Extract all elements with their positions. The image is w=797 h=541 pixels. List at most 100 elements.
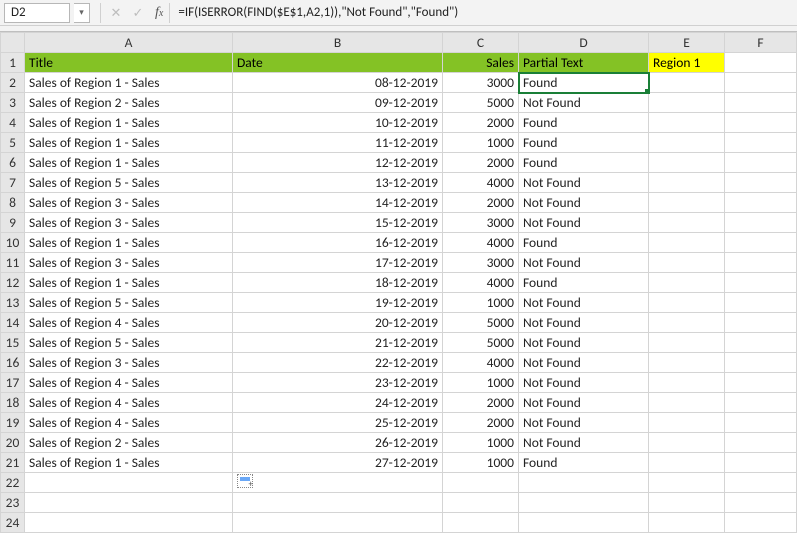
- cell[interactable]: [725, 373, 797, 393]
- select-all-corner[interactable]: [1, 33, 25, 53]
- cell[interactable]: Not Found: [519, 373, 649, 393]
- cell[interactable]: 1000: [443, 133, 519, 153]
- insert-function-button[interactable]: fx: [155, 5, 163, 21]
- cell[interactable]: Not Found: [519, 173, 649, 193]
- cell[interactable]: [725, 153, 797, 173]
- cell[interactable]: [725, 93, 797, 113]
- row-header[interactable]: 10: [1, 233, 25, 253]
- cell[interactable]: Sales of Region 1 - Sales: [25, 233, 233, 253]
- cell[interactable]: Not Found: [519, 93, 649, 113]
- row-header[interactable]: 7: [1, 173, 25, 193]
- cell[interactable]: [725, 193, 797, 213]
- cell[interactable]: 3000: [443, 73, 519, 93]
- cell[interactable]: 2000: [443, 393, 519, 413]
- cell[interactable]: 18-12-2019: [233, 273, 443, 293]
- row-header[interactable]: 22: [1, 473, 25, 493]
- cell[interactable]: 26-12-2019: [233, 433, 443, 453]
- cell[interactable]: 13-12-2019: [233, 173, 443, 193]
- cell[interactable]: 1000: [443, 433, 519, 453]
- cell[interactable]: 20-12-2019: [233, 313, 443, 333]
- cell[interactable]: [725, 433, 797, 453]
- cell[interactable]: 5000: [443, 313, 519, 333]
- row-header[interactable]: 14: [1, 313, 25, 333]
- cell[interactable]: Sales of Region 1 - Sales: [25, 133, 233, 153]
- cell[interactable]: Sales of Region 1 - Sales: [25, 453, 233, 473]
- cell[interactable]: 17-12-2019: [233, 253, 443, 273]
- cell[interactable]: [649, 153, 725, 173]
- cell[interactable]: Sales of Region 4 - Sales: [25, 413, 233, 433]
- cell[interactable]: [649, 373, 725, 393]
- cell[interactable]: Sales of Region 3 - Sales: [25, 213, 233, 233]
- cell[interactable]: [725, 453, 797, 473]
- row-header[interactable]: 8: [1, 193, 25, 213]
- row-header[interactable]: 21: [1, 453, 25, 473]
- cell[interactable]: 27-12-2019: [233, 453, 443, 473]
- cell[interactable]: [725, 133, 797, 153]
- cell[interactable]: [725, 493, 797, 513]
- name-box[interactable]: D2: [4, 3, 70, 23]
- cell[interactable]: 10-12-2019: [233, 113, 443, 133]
- cell[interactable]: [519, 473, 649, 493]
- column-header-B[interactable]: B: [233, 33, 443, 53]
- cell[interactable]: Sales of Region 3 - Sales: [25, 193, 233, 213]
- cell[interactable]: Sales of Region 2 - Sales: [25, 93, 233, 113]
- cell[interactable]: [233, 493, 443, 513]
- cell[interactable]: Not Found: [519, 193, 649, 213]
- cell[interactable]: 2000: [443, 153, 519, 173]
- cell[interactable]: 5000: [443, 93, 519, 113]
- cell[interactable]: 25-12-2019: [233, 413, 443, 433]
- cell[interactable]: [649, 453, 725, 473]
- cell[interactable]: 2000: [443, 113, 519, 133]
- cell[interactable]: 24-12-2019: [233, 393, 443, 413]
- cell[interactable]: Not Found: [519, 353, 649, 373]
- cell[interactable]: Date: [233, 53, 443, 73]
- cell[interactable]: Not Found: [519, 293, 649, 313]
- cell[interactable]: Sales of Region 5 - Sales: [25, 333, 233, 353]
- cell[interactable]: [725, 253, 797, 273]
- cell[interactable]: Not Found: [519, 253, 649, 273]
- cell[interactable]: 4000: [443, 353, 519, 373]
- row-header[interactable]: 12: [1, 273, 25, 293]
- cell[interactable]: Found: [519, 453, 649, 473]
- row-header[interactable]: 9: [1, 213, 25, 233]
- cancel-formula-button[interactable]: ✕: [105, 2, 127, 24]
- cell[interactable]: [649, 393, 725, 413]
- cell[interactable]: 23-12-2019: [233, 373, 443, 393]
- row-header[interactable]: 16: [1, 353, 25, 373]
- cell[interactable]: [25, 513, 233, 533]
- cell[interactable]: Sales of Region 2 - Sales: [25, 433, 233, 453]
- cell[interactable]: [649, 353, 725, 373]
- cell[interactable]: 2000: [443, 413, 519, 433]
- cell[interactable]: Sales of Region 1 - Sales: [25, 73, 233, 93]
- cell[interactable]: [725, 73, 797, 93]
- cell[interactable]: Sales of Region 3 - Sales: [25, 253, 233, 273]
- cell[interactable]: [233, 513, 443, 533]
- cell[interactable]: [725, 233, 797, 253]
- cell[interactable]: [725, 213, 797, 233]
- cell[interactable]: 15-12-2019: [233, 213, 443, 233]
- cell[interactable]: [443, 493, 519, 513]
- cell[interactable]: [649, 313, 725, 333]
- cell[interactable]: Not Found: [519, 413, 649, 433]
- cell[interactable]: 4000: [443, 173, 519, 193]
- row-header[interactable]: 1: [1, 53, 25, 73]
- cell[interactable]: 09-12-2019: [233, 93, 443, 113]
- cell[interactable]: [25, 473, 233, 493]
- cell[interactable]: [725, 353, 797, 373]
- cell[interactable]: Found: [519, 273, 649, 293]
- cell[interactable]: [649, 293, 725, 313]
- cell[interactable]: [649, 233, 725, 253]
- cell[interactable]: [725, 113, 797, 133]
- cell[interactable]: [725, 413, 797, 433]
- cell[interactable]: [649, 213, 725, 233]
- cell[interactable]: Title: [25, 53, 233, 73]
- cell[interactable]: [233, 473, 443, 493]
- cell[interactable]: [649, 173, 725, 193]
- cell[interactable]: [725, 173, 797, 193]
- cell[interactable]: [649, 493, 725, 513]
- cell[interactable]: [725, 333, 797, 353]
- cell[interactable]: [443, 513, 519, 533]
- cell[interactable]: Not Found: [519, 333, 649, 353]
- cell[interactable]: 1000: [443, 373, 519, 393]
- cell[interactable]: 3000: [443, 213, 519, 233]
